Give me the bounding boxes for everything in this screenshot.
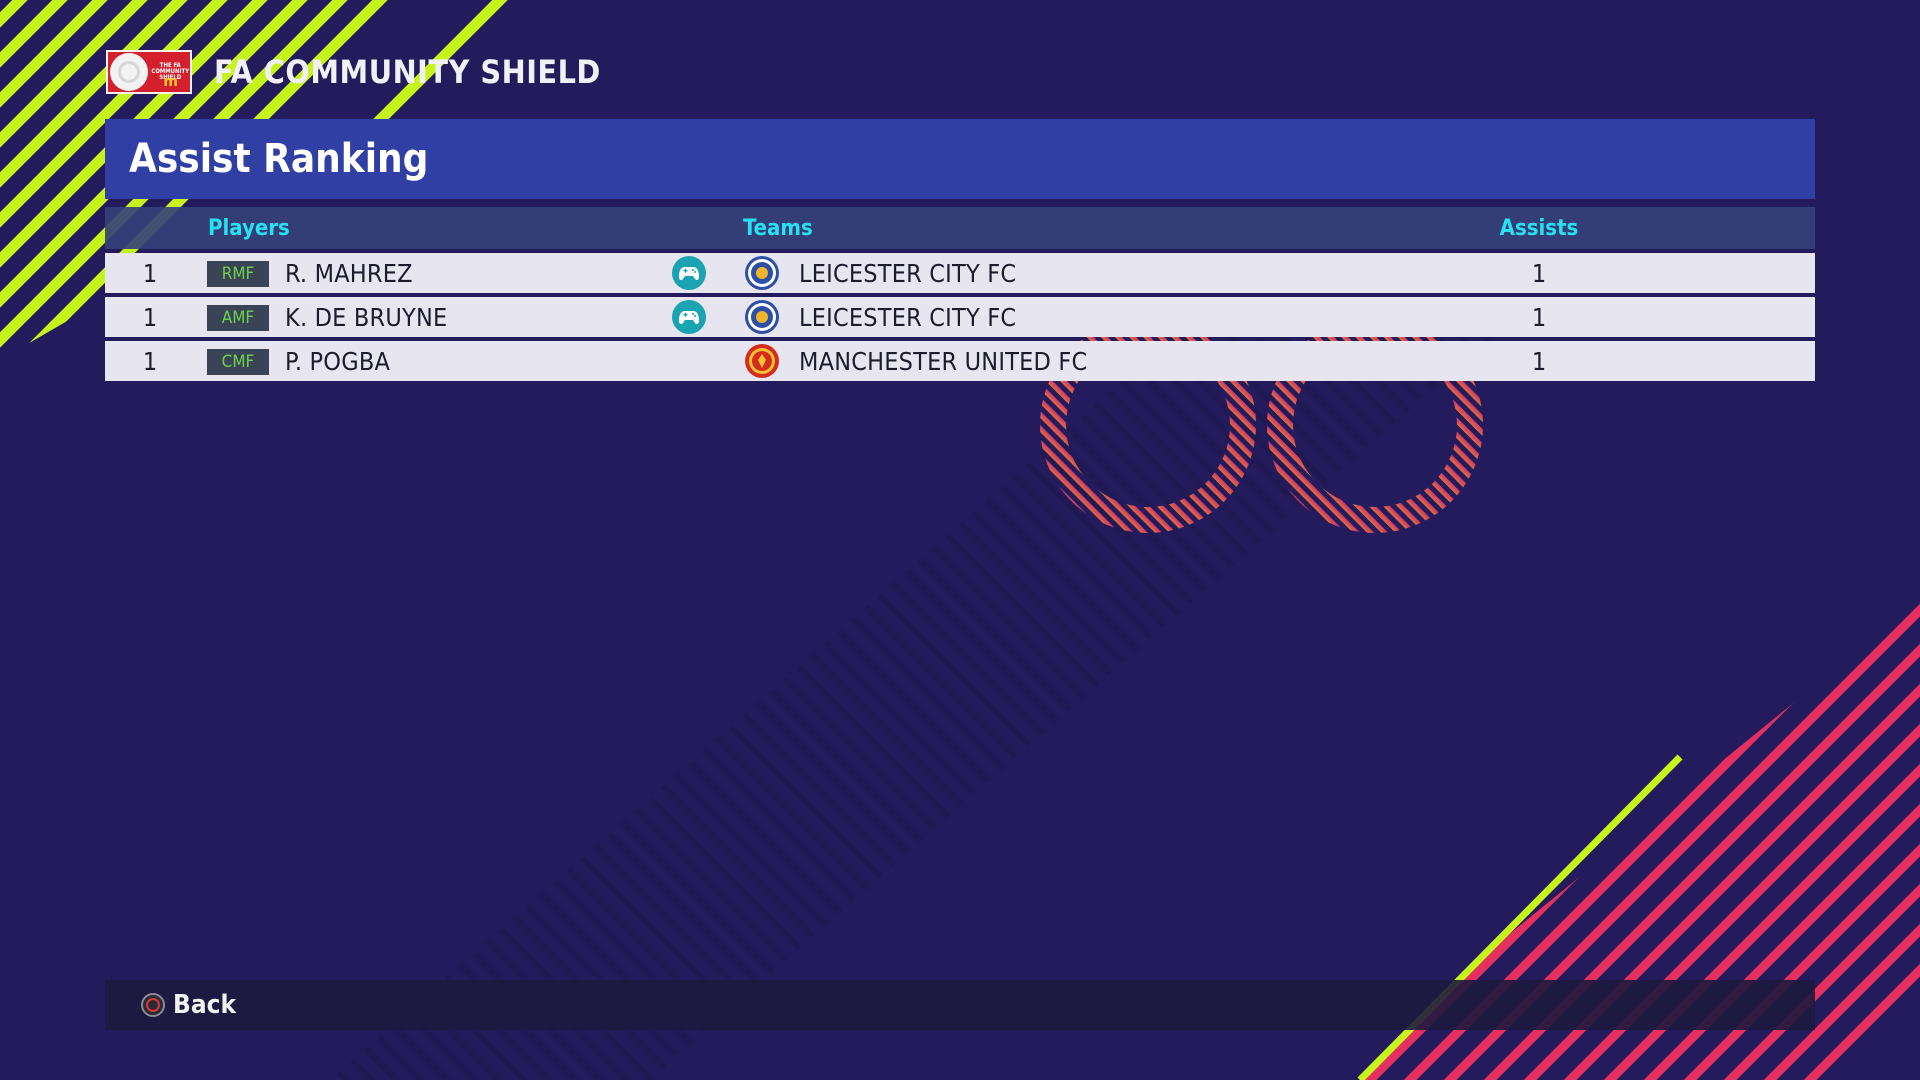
sponsor-mark: m [163,74,178,90]
assists-cell: 1 [1531,258,1547,288]
controller-icon [670,253,708,293]
leicester-crest-icon [742,297,782,337]
panel-title-bar: Assist Ranking [105,119,1815,199]
table-row[interactable]: 1 RMF R. MAHREZ LEICESTER CITY FC 1 [105,253,1815,293]
position-badge: RMF [207,261,269,287]
column-header-players: Players [208,216,290,241]
team-name: LEICESTER CITY FC [799,302,1017,332]
controller-icon [670,297,708,337]
page-title: Assist Ranking [129,136,429,182]
column-headers: Players Teams Assists [105,207,1815,249]
circle-button-icon [141,993,165,1017]
team-name: MANCHESTER UNITED FC [799,346,1088,376]
player-name: K. DE BRUYNE [285,302,448,332]
competition-title: FA COMMUNITY SHIELD [214,53,601,91]
column-header-teams: Teams [743,216,813,241]
assists-cell: 1 [1531,346,1547,376]
back-button[interactable]: Back [141,990,236,1020]
table-row[interactable]: 1 CMF P. POGBA MANCHESTER UNITED FC 1 [105,341,1815,381]
rank-cell: 1 [142,302,158,332]
position-badge: CMF [207,349,269,375]
player-name: P. POGBA [285,346,391,376]
competition-header: THE FA COMMUNITY SHIELD m FA COMMUNITY S… [106,48,601,96]
community-shield-logo: THE FA COMMUNITY SHIELD m [106,50,192,94]
team-name: LEICESTER CITY FC [799,258,1017,288]
back-label: Back [173,990,237,1020]
assists-cell: 1 [1531,302,1547,332]
rank-cell: 1 [142,258,158,288]
position-badge: AMF [207,305,269,331]
player-name: R. MAHREZ [285,258,413,288]
footer-bar: Back [105,980,1815,1030]
leicester-crest-icon [742,253,782,293]
assist-ranking-panel: Assist Ranking Players Teams Assists 1 R… [105,119,1815,381]
man-utd-crest-icon [742,341,782,381]
rank-cell: 1 [142,346,158,376]
column-header-assists: Assists [1499,216,1579,241]
table-row[interactable]: 1 AMF K. DE BRUYNE LEICESTER CITY FC 1 [105,297,1815,337]
